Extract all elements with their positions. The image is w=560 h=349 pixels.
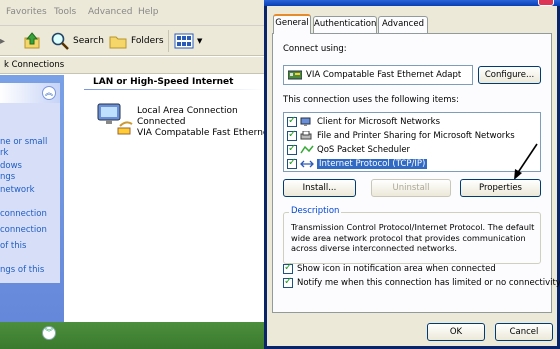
list-item[interactable]: Internet Protocol (TCP/IP) xyxy=(287,157,537,170)
description-text: Transmission Control Protocol/Internet P… xyxy=(291,222,535,253)
task-link[interactable]: network xyxy=(0,185,35,195)
notify-label: Notify me when this connection has limit… xyxy=(297,278,560,288)
dialog-body: General Authentication Advanced Connect … xyxy=(267,6,560,346)
arrow-left-icon: ▸ xyxy=(0,35,6,47)
menu-help[interactable]: Help xyxy=(138,7,159,17)
connection-status: Connected xyxy=(137,117,186,127)
show-icon-checkbox[interactable] xyxy=(283,262,293,274)
connection-properties-dialog: General Authentication Advanced Connect … xyxy=(264,0,560,349)
task-link[interactable]: dows xyxy=(0,161,22,171)
back-button[interactable]: ▸ xyxy=(0,29,5,53)
list-item[interactable]: Client for Microsoft Networks xyxy=(287,115,537,128)
item-label: File and Printer Sharing for Microsoft N… xyxy=(317,130,515,141)
local-area-connection-item[interactable]: Local Area Connection Connected VIA Comp… xyxy=(64,97,281,138)
list-item[interactable]: QoS Packet Scheduler xyxy=(287,143,537,156)
protocol-icon xyxy=(300,160,314,167)
scheduler-icon xyxy=(300,145,314,153)
tab-general[interactable]: General xyxy=(273,14,311,34)
folders-label: Folders xyxy=(131,36,164,46)
menu-favorites[interactable]: Favorites xyxy=(6,7,47,17)
item-label: Internet Protocol (TCP/IP) xyxy=(317,158,428,169)
task-link[interactable]: ngs xyxy=(0,172,15,182)
views-button[interactable]: ▼ xyxy=(174,29,202,53)
search-button[interactable]: Search xyxy=(50,29,104,53)
chevron-down-icon: ▼ xyxy=(197,37,203,45)
address-bar[interactable]: k Connections xyxy=(0,57,266,74)
task-link[interactable]: rk xyxy=(0,148,8,158)
collapse-icon[interactable]: ︽ xyxy=(42,86,56,100)
folders-icon xyxy=(109,36,127,49)
uninstall-button[interactable]: Uninstall xyxy=(371,179,451,197)
task-pane: ︽ ne or small rk dows ngs network connec… xyxy=(0,75,64,349)
items-label: This connection uses the following items… xyxy=(283,95,459,105)
task-link[interactable]: connection xyxy=(0,225,47,235)
network-connection-icon xyxy=(97,103,133,135)
task-panel-box xyxy=(0,83,60,283)
description-legend: Description xyxy=(289,206,342,216)
menu-tools[interactable]: Tools xyxy=(54,7,76,17)
show-icon-option[interactable]: Show icon in notification area when conn… xyxy=(283,262,496,274)
expand-icon[interactable]: ︾ xyxy=(42,326,56,340)
notify-checkbox[interactable] xyxy=(283,276,293,288)
items-listbox[interactable]: Client for Microsoft Networks File and P… xyxy=(283,112,541,172)
adapter-field: VIA Compatable Fast Ethernet Adapt xyxy=(283,65,473,85)
list-item[interactable]: File and Printer Sharing for Microsoft N… xyxy=(287,129,537,142)
search-label: Search xyxy=(73,36,104,46)
install-button[interactable]: Install... xyxy=(283,179,356,197)
task-link[interactable]: of this xyxy=(0,241,26,251)
task-link[interactable]: ngs of this xyxy=(0,265,44,275)
show-icon-label: Show icon in notification area when conn… xyxy=(297,264,496,274)
item-checkbox[interactable] xyxy=(287,129,297,141)
cancel-button[interactable]: Cancel xyxy=(495,323,553,341)
up-folder-button[interactable] xyxy=(22,29,42,53)
item-checkbox[interactable] xyxy=(287,157,297,169)
views-icon xyxy=(174,33,194,49)
address-text: k Connections xyxy=(4,60,65,70)
task-link[interactable]: ne or small xyxy=(0,137,47,147)
item-label: QoS Packet Scheduler xyxy=(317,144,411,155)
network-adapter-icon xyxy=(288,70,302,80)
configure-button[interactable]: Configure... xyxy=(478,66,541,84)
tab-authentication[interactable]: Authentication xyxy=(313,16,377,33)
connection-name: Local Area Connection xyxy=(137,106,238,116)
adapter-name: VIA Compatable Fast Ethernet Adapt xyxy=(306,70,462,80)
group-divider xyxy=(84,89,264,90)
menu-advanced[interactable]: Advanced xyxy=(88,7,132,17)
toolbar: ▸ Search Folders ▼ xyxy=(0,26,266,56)
notify-option[interactable]: Notify me when this connection has limit… xyxy=(283,276,560,288)
connect-using-label: Connect using: xyxy=(283,44,347,54)
desktop-strip: ︾ xyxy=(0,322,266,349)
properties-button[interactable]: Properties xyxy=(460,179,541,197)
menu-bar: Favorites Tools Advanced Help xyxy=(0,0,266,26)
client-network-icon xyxy=(300,117,311,126)
folders-button[interactable]: Folders xyxy=(108,29,164,53)
item-checkbox[interactable] xyxy=(287,143,297,155)
connection-device: VIA Compatable Fast Ethernet... xyxy=(137,128,281,138)
network-connections-window: Favorites Tools Advanced Help ▸ Search F… xyxy=(0,0,281,349)
tab-advanced[interactable]: Advanced xyxy=(378,16,428,33)
toolbar-separator xyxy=(168,30,169,52)
connections-list: LAN or High-Speed Internet Local Area Co… xyxy=(64,75,281,349)
group-header: LAN or High-Speed Internet xyxy=(93,77,234,87)
ok-button[interactable]: OK xyxy=(427,323,485,341)
task-link[interactable]: connection xyxy=(0,209,47,219)
item-checkbox[interactable] xyxy=(287,115,297,127)
up-folder-icon xyxy=(24,32,40,49)
item-label: Client for Microsoft Networks xyxy=(317,116,441,127)
file-printer-sharing-icon xyxy=(300,130,312,139)
annotation-arrow-icon xyxy=(514,143,538,180)
search-icon xyxy=(51,32,69,50)
